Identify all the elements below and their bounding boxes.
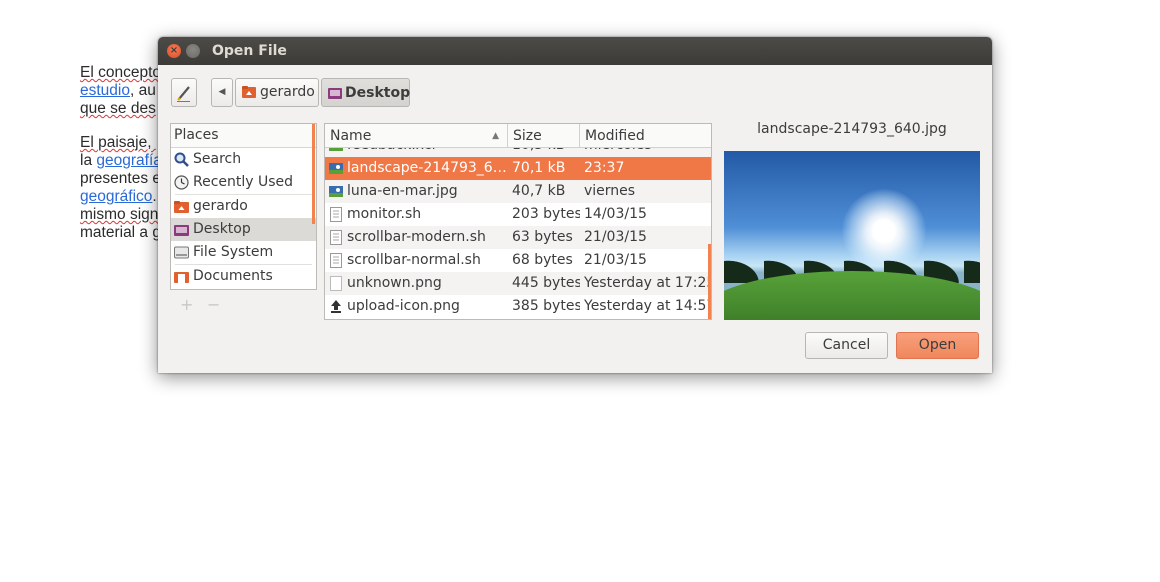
dialog-title: Open File [212, 43, 287, 59]
file-list[interactable]: feedback.xcf10,5 kBmiércoleslandscape-21… [324, 123, 712, 320]
file-size: 40,7 kB [512, 183, 566, 199]
minimize-window-button[interactable] [186, 44, 200, 58]
places-scrollbar[interactable] [312, 124, 315, 224]
document-link[interactable]: geografía [96, 152, 162, 169]
breadcrumb-label: gerardo [260, 84, 315, 100]
file-row[interactable]: upload-icon.png 385 bytes Yesterday at 14:… [325, 295, 711, 318]
column-label: Modified [585, 128, 645, 144]
file-size: 385 bytes [512, 298, 580, 314]
blank-file-icon [330, 276, 342, 291]
pencil-icon [177, 86, 190, 102]
desktop-folder-icon [328, 88, 342, 99]
column-header-modified[interactable]: Modified [580, 124, 711, 148]
sidebar-item-label: Documents [193, 268, 273, 284]
documents-folder-icon [174, 272, 189, 283]
file-name: monitor.sh [347, 206, 422, 222]
sidebar-item-search[interactable]: Search [171, 148, 316, 171]
home-folder-icon [242, 86, 256, 98]
file-name: unknown.png [347, 275, 442, 291]
file-size: 445 bytes [512, 275, 580, 291]
sidebar-item-label: File System [193, 244, 274, 260]
file-size: 63 bytes [512, 229, 573, 245]
file-size: 70,1 kB [512, 160, 566, 176]
preview-filename: landscape-214793_640.jpg [757, 121, 947, 137]
open-file-dialog: × Open File ◀ gerardo Desktop Places Sea… [158, 37, 992, 373]
sidebar-item-documents[interactable]: Documents [171, 265, 316, 288]
remove-bookmark-button[interactable]: − [207, 295, 220, 314]
column-label: Name [330, 128, 372, 144]
text-file-icon [330, 230, 342, 245]
file-modified: 21/03/15 [584, 252, 647, 268]
file-size: 203 bytes [512, 206, 580, 222]
file-name: scrollbar-normal.sh [347, 252, 481, 268]
file-row[interactable]: unknown.png 445 bytes Yesterday at 17:25 [325, 272, 711, 295]
breadcrumb-label: Desktop [345, 85, 411, 101]
file-modified: 21/03/15 [584, 229, 647, 245]
drive-icon [174, 246, 189, 259]
document-text: presentes e [80, 170, 161, 187]
file-modified: 14/03/15 [584, 206, 647, 222]
sidebar-item-label: Search [193, 151, 242, 167]
file-modified: Yesterday at 14:57 [584, 298, 712, 314]
sidebar-item-file-system[interactable]: File System [171, 241, 316, 264]
file-name: landscape-214793_6… [347, 160, 507, 176]
search-icon [174, 152, 189, 167]
sidebar-item-recently-used[interactable]: Recently Used [171, 171, 316, 194]
document-text: El paisaje, [80, 134, 156, 151]
file-modified: Yesterday at 17:25 [584, 275, 712, 291]
close-window-button[interactable]: × [167, 44, 181, 58]
file-row[interactable]: scrollbar-normal.sh 68 bytes 21/03/15 [325, 249, 711, 272]
document-text: material a g [80, 224, 161, 241]
document-link[interactable]: estudio [80, 82, 130, 99]
recent-icon [174, 175, 189, 190]
home-folder-icon [174, 201, 189, 213]
desktop-folder-icon [174, 225, 189, 236]
sidebar-item-label: Recently Used [193, 174, 294, 190]
type-location-button[interactable] [171, 78, 197, 107]
file-size: 68 bytes [512, 252, 573, 268]
image-file-icon [329, 186, 343, 197]
titlebar: × Open File [158, 37, 992, 65]
file-modified: viernes [584, 183, 636, 199]
column-header-name[interactable]: Name ▲ [325, 124, 508, 148]
sidebar-item-label: Desktop [193, 221, 251, 237]
open-button[interactable]: Open [896, 332, 979, 359]
sidebar-item-desktop[interactable]: Desktop [171, 218, 316, 241]
file-name: upload-icon.png [347, 298, 460, 314]
image-file-icon [329, 163, 343, 174]
document-text: , au [129, 82, 156, 99]
file-modified: 23:37 [584, 160, 625, 176]
cancel-button[interactable]: Cancel [805, 332, 888, 359]
add-bookmark-button[interactable]: + [180, 295, 193, 314]
file-row[interactable]: landscape-214793_6… 70,1 kB 23:37 [325, 157, 711, 180]
file-list-scrollbar[interactable] [708, 244, 711, 319]
document-link[interactable]: geográfico [80, 188, 152, 205]
preview-image [724, 151, 980, 320]
places-header: Places [171, 124, 316, 148]
breadcrumb-gerardo[interactable]: gerardo [235, 78, 319, 107]
back-button[interactable]: ◀ [211, 78, 233, 107]
document-text: la [80, 152, 97, 169]
sidebar-item-label: gerardo [193, 198, 248, 214]
column-label: Size [513, 128, 542, 144]
file-name: luna-en-mar.jpg [347, 183, 458, 199]
file-row[interactable]: luna-en-mar.jpg 40,7 kB viernes [325, 180, 711, 203]
file-row[interactable]: scrollbar-modern.sh 63 bytes 21/03/15 [325, 226, 711, 249]
upload-file-icon [331, 300, 341, 313]
text-file-icon [330, 207, 342, 222]
preview-field [724, 271, 980, 320]
column-header-size[interactable]: Size [508, 124, 580, 148]
file-name: scrollbar-modern.sh [347, 229, 486, 245]
sort-ascending-icon: ▲ [492, 131, 499, 141]
text-file-icon [330, 253, 342, 268]
file-row[interactable]: monitor.sh 203 bytes 14/03/15 [325, 203, 711, 226]
document-text: El concepto [80, 64, 161, 81]
document-text: que se des [80, 100, 156, 117]
breadcrumb-desktop[interactable]: Desktop [321, 78, 410, 107]
sidebar-item-gerardo[interactable]: gerardo [171, 195, 316, 218]
document-text: mismo sign [80, 206, 159, 223]
places-sidebar[interactable]: Places Search Recently Used gerardo Desk… [170, 123, 317, 290]
